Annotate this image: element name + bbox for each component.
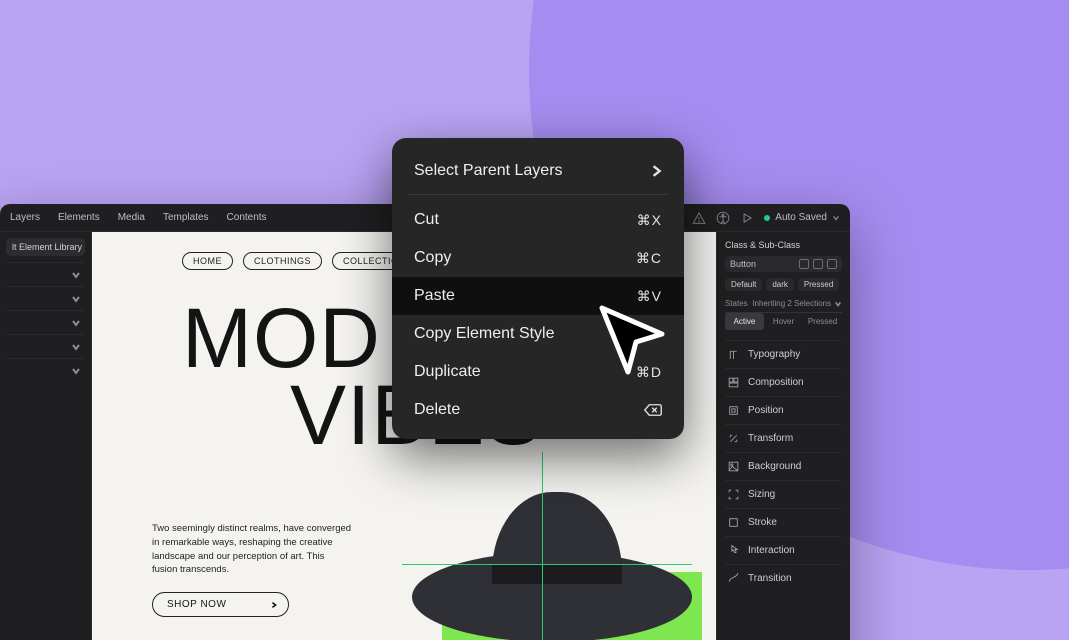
left-sidebar: lt Element Library <box>0 232 92 640</box>
ctx-duplicate[interactable]: Duplicate⌘D <box>392 353 684 391</box>
remove-class-icon[interactable] <box>827 259 837 269</box>
add-class-icon[interactable] <box>813 259 823 269</box>
shop-now-button[interactable]: SHOP NOW <box>152 592 289 617</box>
hat-band <box>492 564 622 584</box>
sidebar-section-row[interactable] <box>6 262 85 286</box>
element-library-pill[interactable]: lt Element Library <box>6 238 85 256</box>
selection-guide-horizontal <box>402 564 692 565</box>
chip-dark[interactable]: dark <box>766 278 794 291</box>
chip-default[interactable]: Default <box>725 278 762 291</box>
sidebar-section-row[interactable] <box>6 358 85 382</box>
context-menu: Select Parent Layers Cut⌘X Copy⌘C Paste⌘… <box>392 138 684 439</box>
selection-guide-vertical <box>542 452 543 640</box>
chevron-right-icon <box>270 601 278 609</box>
hat-crown <box>492 492 622 602</box>
prop-transition[interactable]: Transition <box>725 564 842 592</box>
prop-stroke[interactable]: Stroke <box>725 508 842 536</box>
prop-background[interactable]: Background <box>725 452 842 480</box>
tab-contents[interactable]: Contents <box>227 212 267 223</box>
prop-transform[interactable]: Transform <box>725 424 842 452</box>
warning-icon[interactable] <box>692 211 706 225</box>
tab-media[interactable]: Media <box>118 212 145 223</box>
hero-blurb: Two seemingly distinct realms, have conv… <box>152 522 352 577</box>
play-icon[interactable] <box>740 211 754 225</box>
state-tabs: Active Hover Pressed <box>725 312 842 330</box>
sidebar-section-row[interactable] <box>6 286 85 310</box>
states-hint: Inheriting 2 Selections <box>752 299 831 308</box>
ctx-select-parent[interactable]: Select Parent Layers <box>392 152 684 190</box>
sidebar-section-row[interactable] <box>6 334 85 358</box>
chip-pressed[interactable]: Pressed <box>798 278 839 291</box>
ctx-copy-element-style[interactable]: Copy Element Style <box>392 315 684 353</box>
chevron-right-icon <box>650 165 662 177</box>
prop-interaction[interactable]: Interaction <box>725 536 842 564</box>
edit-class-icon[interactable] <box>799 259 809 269</box>
shop-now-label: SHOP NOW <box>167 599 226 610</box>
nav-clothings[interactable]: CLOTHINGS <box>243 252 322 270</box>
prop-sizing[interactable]: Sizing <box>725 480 842 508</box>
delete-icon <box>644 403 662 417</box>
topbar-tabs: Layers Elements Media Templates Contents <box>10 212 267 223</box>
prop-typography[interactable]: Typography <box>725 340 842 368</box>
ctx-paste[interactable]: Paste⌘V <box>392 277 684 315</box>
autosave-label: Auto Saved <box>775 212 827 223</box>
sidebar-section-row[interactable] <box>6 310 85 334</box>
autosave-dot-icon <box>764 215 770 221</box>
ctx-delete[interactable]: Delete <box>392 391 684 429</box>
states-label: States <box>725 299 748 308</box>
ctx-separator <box>408 194 668 195</box>
class-selector[interactable]: Button <box>725 256 842 272</box>
chevron-down-icon <box>832 214 840 222</box>
ctx-copy[interactable]: Copy⌘C <box>392 239 684 277</box>
state-hover[interactable]: Hover <box>764 313 803 330</box>
nav-home[interactable]: HOME <box>182 252 233 270</box>
autosave-status[interactable]: Auto Saved <box>764 212 840 223</box>
state-pressed[interactable]: Pressed <box>803 313 842 330</box>
prop-composition[interactable]: Composition <box>725 368 842 396</box>
tab-layers[interactable]: Layers <box>10 212 40 223</box>
properties-panel: Class & Sub-Class Button Default dark Pr… <box>716 232 850 640</box>
accessibility-icon[interactable] <box>716 211 730 225</box>
state-active[interactable]: Active <box>725 313 764 330</box>
subclass-chips: Default dark Pressed <box>725 278 842 291</box>
chevron-down-icon[interactable] <box>834 300 842 308</box>
class-name: Button <box>730 259 795 269</box>
tab-templates[interactable]: Templates <box>163 212 209 223</box>
tab-elements[interactable]: Elements <box>58 212 100 223</box>
prop-position[interactable]: Position <box>725 396 842 424</box>
ctx-cut[interactable]: Cut⌘X <box>392 201 684 239</box>
panel-section-title: Class & Sub-Class <box>725 240 842 250</box>
